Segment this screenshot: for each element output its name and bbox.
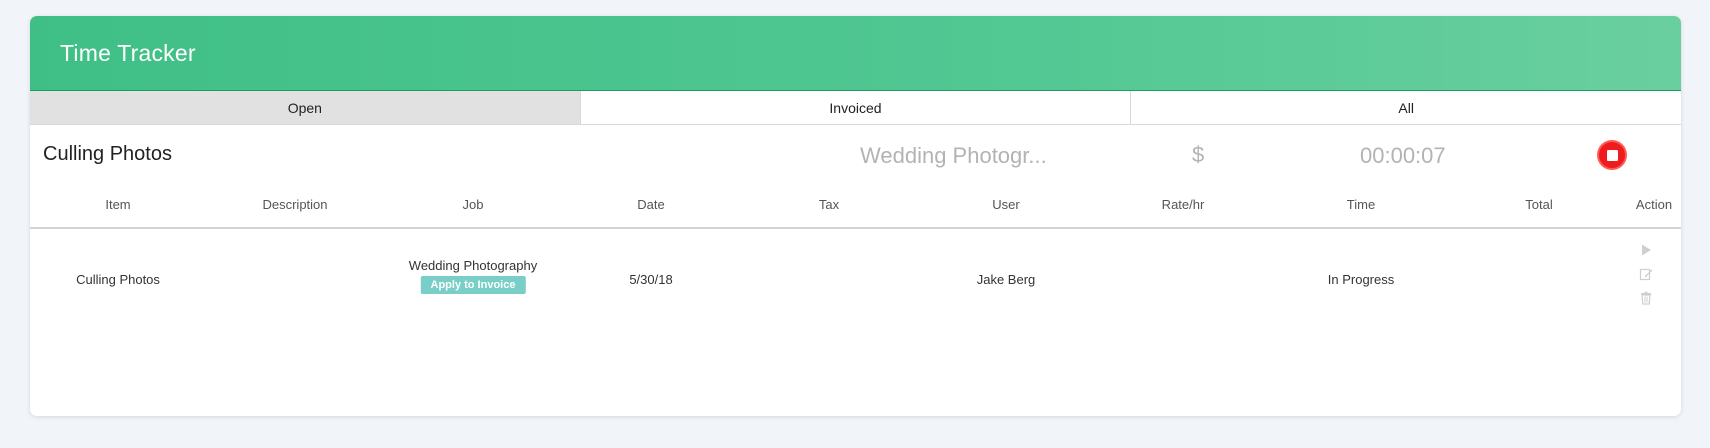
job-name: Wedding Photography [408,258,538,273]
column-header-description: Description [262,197,328,212]
tab-open[interactable]: Open [30,91,581,124]
column-header-job: Job [462,197,484,212]
tab-bar: Open Invoiced All [30,90,1681,125]
cell-user: Jake Berg [976,272,1036,287]
cell-date: 5/30/18 [629,272,673,287]
tab-invoiced[interactable]: Invoiced [580,91,1132,124]
column-header-item: Item [105,197,131,212]
table-row: Culling Photos Wedding Photography Apply… [30,229,1681,329]
header: Time Tracker [30,16,1681,90]
stop-icon [1606,149,1618,161]
timer-item-name: Culling Photos [43,143,172,165]
column-header-user: User [992,197,1020,212]
timer-elapsed: 00:00:07 [1360,143,1446,168]
column-header-action: Action [1635,197,1673,212]
timer-rate-field[interactable]: $ [1192,142,1204,168]
column-header-time: Time [1346,197,1376,212]
column-header-total: Total [1525,197,1553,212]
apply-to-invoice-button[interactable]: Apply to Invoice [420,276,526,294]
stop-timer-button[interactable] [1597,140,1627,170]
column-header-tax: Tax [818,197,840,212]
time-tracker-card: Time Tracker Open Invoiced All Culling P… [30,16,1681,416]
table-header: Item Description Job Date Tax User Rate/… [30,185,1681,229]
page-title: Time Tracker [60,39,196,66]
column-header-date: Date [637,197,665,212]
row-actions [1639,243,1653,305]
column-header-rate: Rate/hr [1161,197,1205,212]
active-timer: Culling Photos Wedding Photogr... $ 00:0… [30,125,1681,185]
edit-icon[interactable] [1639,267,1653,281]
cell-item: Culling Photos [76,272,160,287]
cell-time: In Progress [1327,272,1395,287]
play-icon[interactable] [1639,243,1653,257]
trash-icon[interactable] [1639,291,1653,305]
cell-job: Wedding Photography Apply to Invoice [409,258,537,294]
tab-all[interactable]: All [1131,91,1681,124]
timer-job-select[interactable]: Wedding Photogr... [860,143,1047,169]
